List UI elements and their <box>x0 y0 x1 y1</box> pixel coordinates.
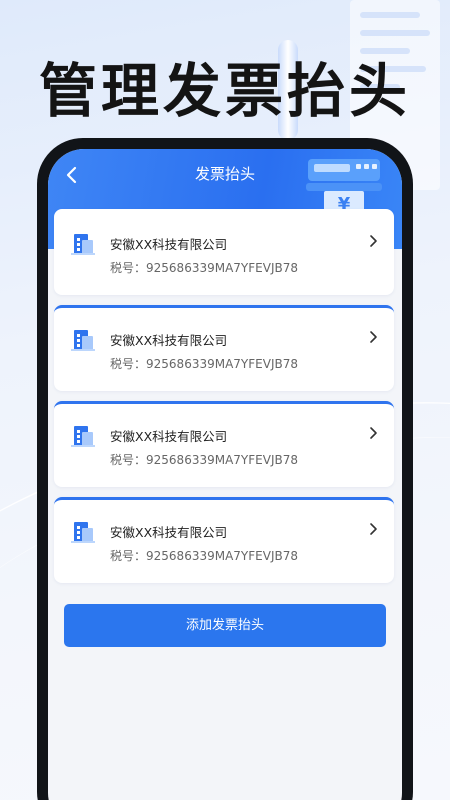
tax-id: 925686339MA7YFEVJB78 <box>146 549 298 563</box>
company-name: 安徽XX科技有限公司 <box>110 237 228 252</box>
building-icon <box>71 234 95 255</box>
company-name: 安徽XX科技有限公司 <box>110 429 228 444</box>
building-icon <box>71 330 95 351</box>
tax-label: 税号： <box>110 261 147 275</box>
list-item[interactable]: 安徽XX科技有限公司 税号：925686339MA7YFEVJB78 <box>54 209 394 295</box>
building-icon <box>71 522 95 543</box>
chevron-right-icon <box>370 523 377 535</box>
phone-screen: 发票抬头 ¥ 安徽XX科技有限公司 税号：925686339MA7YFEVJB7… <box>48 149 402 800</box>
building-icon <box>71 426 95 447</box>
tax-number: 税号：925686339MA7YFEVJB78 <box>110 451 298 468</box>
tax-label: 税号： <box>110 357 147 371</box>
chevron-right-icon <box>370 427 377 439</box>
tax-label: 税号： <box>110 453 147 467</box>
phone-frame: 发票抬头 ¥ 安徽XX科技有限公司 税号：925686339MA7YFEVJB7… <box>37 138 413 800</box>
chevron-right-icon <box>370 235 377 247</box>
tax-label: 税号： <box>110 549 147 563</box>
promo-headline: 管理发票抬头 <box>38 57 411 125</box>
list-item[interactable]: 安徽XX科技有限公司 税号：925686339MA7YFEVJB78 <box>54 497 394 583</box>
list-item[interactable]: 安徽XX科技有限公司 税号：925686339MA7YFEVJB78 <box>54 305 394 391</box>
tax-id: 925686339MA7YFEVJB78 <box>146 453 298 467</box>
tax-id: 925686339MA7YFEVJB78 <box>146 261 298 275</box>
company-name: 安徽XX科技有限公司 <box>110 525 228 540</box>
chevron-right-icon <box>370 331 377 343</box>
company-name: 安徽XX科技有限公司 <box>110 333 228 348</box>
tax-number: 税号：925686339MA7YFEVJB78 <box>110 355 298 372</box>
list-item[interactable]: 安徽XX科技有限公司 税号：925686339MA7YFEVJB78 <box>54 401 394 487</box>
tax-number: 税号：925686339MA7YFEVJB78 <box>110 259 298 276</box>
add-invoice-header-button[interactable]: 添加发票抬头 <box>64 604 386 647</box>
tax-number: 税号：925686339MA7YFEVJB78 <box>110 547 298 564</box>
invoice-header-list: 安徽XX科技有限公司 税号：925686339MA7YFEVJB78 安徽XX科… <box>54 209 394 593</box>
cash-register-icon: ¥ <box>306 159 382 215</box>
tax-id: 925686339MA7YFEVJB78 <box>146 357 298 371</box>
